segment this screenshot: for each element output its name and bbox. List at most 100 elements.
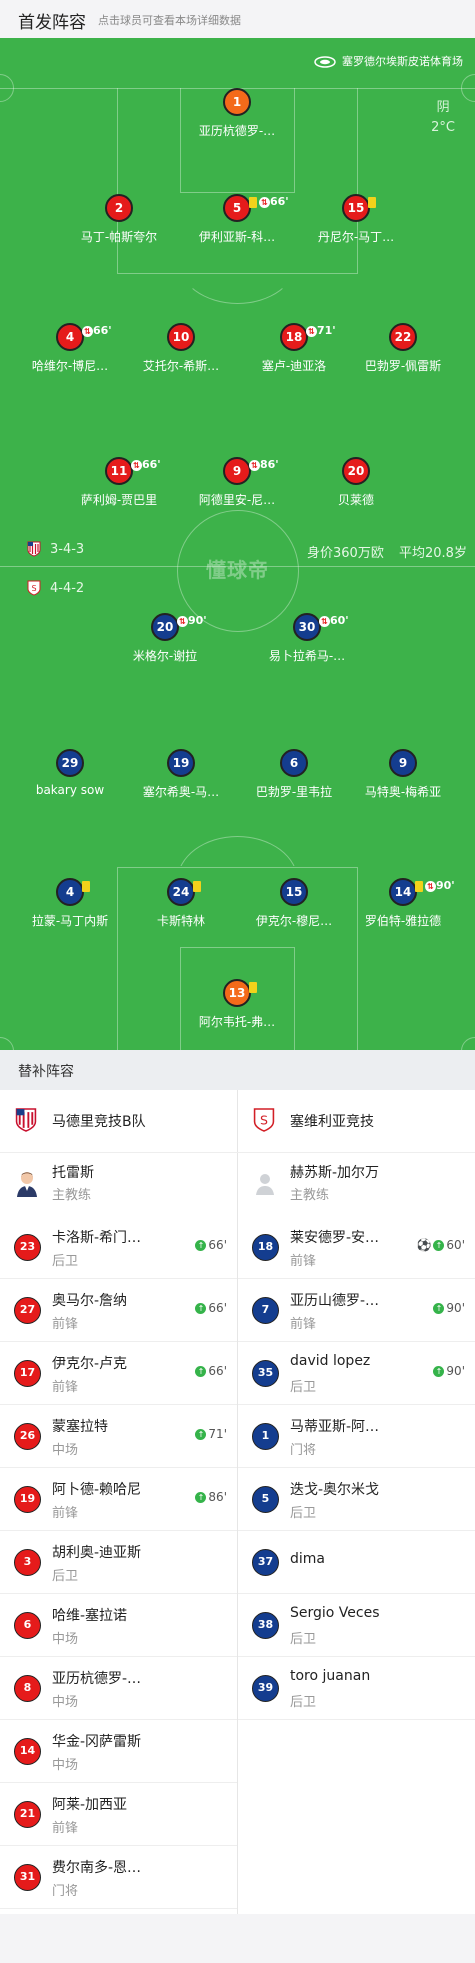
sub-row[interactable]: 35 david lopez 后卫 ↑ 90' <box>238 1342 475 1404</box>
sub-name: Sergio Veces <box>290 1605 380 1621</box>
player-events <box>368 190 378 214</box>
event-minute: 66' <box>208 1364 227 1378</box>
sub-event: ⚽ ↑ 60' <box>416 1238 465 1252</box>
away-formation: 4-4-2 <box>50 581 85 596</box>
player-number: 10 <box>167 323 195 351</box>
away-player[interactable]: 29 bakary sow <box>10 749 130 797</box>
player-events <box>249 975 259 999</box>
sub-row[interactable]: 23 卡洛斯-希门… 后卫 ↑ 66' <box>0 1216 237 1278</box>
watermark: 懂球帝 <box>206 558 269 582</box>
sub-row[interactable]: 19 阿卜德-赖哈尼 前锋 ↑ 86' <box>0 1468 237 1530</box>
event-minute: 71' <box>317 324 336 337</box>
sub-row[interactable]: 1 马蒂亚斯-阿… 门将 <box>238 1405 475 1467</box>
sub-name: david lopez <box>290 1353 371 1369</box>
away-player[interactable]: 15 伊克尔-穆尼… <box>234 878 354 929</box>
home-player[interactable]: 2 马丁-帕斯夸尔 <box>59 194 179 245</box>
away-coach[interactable]: 赫苏斯-加尔万 主教练 <box>238 1153 475 1215</box>
home-player[interactable]: 20 贝莱德 <box>296 457 416 508</box>
sub-row[interactable]: 8 亚历杭德罗-… 中场 <box>0 1657 237 1719</box>
sub-number: 6 <box>14 1612 41 1639</box>
sub-number: 17 <box>14 1360 41 1387</box>
player-number: 29 <box>56 749 84 777</box>
player-name: 伊利亚斯-科… <box>198 230 276 244</box>
sub-event: ↑ 86' <box>195 1490 227 1504</box>
away-player[interactable]: 24 卡斯特林 <box>121 878 241 929</box>
sub-row[interactable]: 3 胡利奥-迪亚斯 后卫 <box>0 1531 237 1593</box>
sub-row[interactable]: 18 莱安德罗-安… 前锋 ⚽ ↑ 60' <box>238 1216 475 1278</box>
sub-number: 38 <box>252 1612 279 1639</box>
sub-row[interactable]: 7 亚历山德罗-… 前锋 ↑ 90' <box>238 1279 475 1341</box>
stadium-icon <box>314 56 336 68</box>
home-player[interactable]: 11 ⇅ 66' 萨利姆-贾巴里 <box>59 457 179 508</box>
sub-row[interactable]: 5 迭戈-奥尔米戈 后卫 <box>238 1468 475 1530</box>
away-player[interactable]: 6 巴勃罗-里韦拉 <box>234 749 354 800</box>
away-player[interactable]: 20 ⇅ 90' 米格尔-谢拉 <box>105 613 225 664</box>
sub-row[interactable]: 27 奥马尔-詹纳 前锋 ↑ 66' <box>0 1279 237 1341</box>
sub-event: ↑ 90' <box>433 1301 465 1315</box>
home-player[interactable]: 1 亚历杭德罗-… <box>177 88 297 139</box>
player-events: ⇅ 90' <box>177 609 207 633</box>
sub-name: 迭戈-奥尔米戈 <box>290 1482 380 1498</box>
player-events <box>193 874 203 898</box>
sub-row[interactable]: 39 toro juanan 后卫 <box>238 1657 475 1719</box>
home-player[interactable]: 18 ⇅ 71' 塞卢-迪亚洛 <box>234 323 354 374</box>
svg-text:S: S <box>260 1113 268 1128</box>
player-name: 马特奥-梅希亚 <box>364 785 442 799</box>
sub-number: 23 <box>14 1234 41 1261</box>
sub-name: 亚历山德罗-… <box>290 1293 380 1309</box>
player-number: 14 ⇅ 90' <box>389 878 455 906</box>
player-number: 9 ⇅ 86' <box>223 457 279 485</box>
sub-row[interactable]: 38 Sergio Veces 后卫 <box>238 1594 475 1656</box>
sub-number: 8 <box>14 1675 41 1702</box>
sub-row[interactable]: 31 费尔南多-恩… 门将 <box>0 1846 237 1908</box>
sub-name: 卡洛斯-希门… <box>52 1230 142 1246</box>
substitution-icon: ⇅ <box>131 459 142 471</box>
player-name: 塞卢-迪亚洛 <box>261 359 327 373</box>
player-number: 4 ⇅ 66' <box>56 323 112 351</box>
lineup-header: 首发阵容 点击球员可查看本场详细数据 <box>0 0 475 38</box>
player-name: 哈维尔-博尼… <box>31 359 109 373</box>
substitution-in-icon: ↑ <box>195 1492 207 1503</box>
away-player[interactable]: 14 ⇅ 90' 罗伯特-雅拉德 <box>343 878 463 929</box>
home-player[interactable]: 5 ⇅ 66' 伊利亚斯-科… <box>177 194 297 245</box>
player-name: 丹尼尔-马丁… <box>317 230 395 244</box>
sub-row[interactable]: 14 华金-冈萨雷斯 中场 <box>0 1720 237 1782</box>
sub-row[interactable]: 17 伊克尔-卢克 前锋 ↑ 66' <box>0 1342 237 1404</box>
sub-position: 后卫 <box>290 1380 317 1395</box>
weather-temperature: 2°C <box>431 120 455 135</box>
sub-row[interactable]: 26 蒙塞拉特 中场 ↑ 71' <box>0 1405 237 1467</box>
player-name: 巴勃罗-佩雷斯 <box>364 359 442 373</box>
away-player[interactable]: 13 阿尔韦托-弗… <box>177 979 297 1030</box>
sub-row[interactable]: 6 哈维-塞拉诺 中场 <box>0 1594 237 1656</box>
away-player[interactable]: 30 ⇅ 60' 易卜拉希马-… <box>247 613 367 664</box>
away-player[interactable]: 19 塞尔希奥-马… <box>121 749 241 800</box>
away-player[interactable]: 9 马特奥-梅希亚 <box>343 749 463 800</box>
away-player[interactable]: 4 拉蒙-马丁内斯 <box>10 878 130 929</box>
home-player[interactable]: 9 ⇅ 86' 阿德里安-尼… <box>177 457 297 508</box>
event-minute: 86' <box>208 1490 227 1504</box>
subs-panel: 马德里竞技B队 S 塞维利亚竞技 托雷斯 主教练 赫苏斯-加尔万 主教练 23 卡… <box>0 1090 475 1914</box>
home-player[interactable]: 4 ⇅ 66' 哈维尔-博尼… <box>10 323 130 374</box>
substitution-icon: ⇅ <box>177 615 188 627</box>
sub-number: 26 <box>14 1423 41 1450</box>
header-title: 首发阵容 <box>18 13 86 33</box>
home-player[interactable]: 22 巴勃罗-佩雷斯 <box>343 323 463 374</box>
home-player[interactable]: 10 艾托尔-希斯… <box>121 323 241 374</box>
sub-number: 1 <box>252 1423 279 1450</box>
player-events: ⇅ 86' <box>249 453 279 477</box>
event-minute: 66' <box>93 324 112 337</box>
sub-row[interactable]: 37 dima <box>238 1531 475 1593</box>
home-player[interactable]: 15 丹尼尔-马丁… <box>296 194 416 245</box>
player-number: 20 <box>342 457 370 485</box>
sub-name: 哈维-塞拉诺 <box>52 1608 128 1624</box>
sub-event: ↑ 90' <box>433 1364 465 1378</box>
player-events: ⇅ 66' <box>131 453 161 477</box>
player-events: ⇅ 71' <box>306 319 336 343</box>
home-coach[interactable]: 托雷斯 主教练 <box>0 1153 237 1215</box>
sub-row[interactable]: 21 阿莱-加西亚 前锋 <box>0 1783 237 1845</box>
event-minute: 60' <box>446 1238 465 1252</box>
header-subtitle: 点击球员可查看本场详细数据 <box>98 14 241 27</box>
substitution-in-icon: ↑ <box>195 1240 207 1251</box>
atletico-crest-icon <box>27 541 41 557</box>
player-events: ⇅ 60' <box>319 609 349 633</box>
